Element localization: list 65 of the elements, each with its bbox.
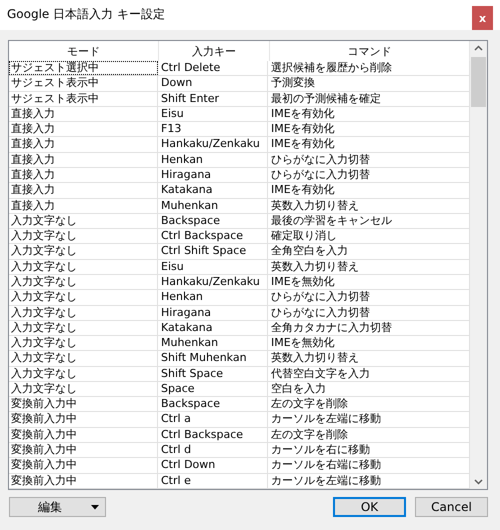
table-cell: Ctrl d [158,443,268,458]
table-cell: Backspace [158,214,268,228]
table-cell: Ctrl a [158,412,268,427]
scrollbar-thumb[interactable] [471,57,486,107]
table-cell: Henkan [158,152,268,167]
table-cell: Hiragana [158,306,268,320]
caret-icon [91,504,99,510]
table-cell: Eisu [158,106,268,122]
table-cell: Ctrl e [158,474,268,488]
table-cell: 変換前入力中 [9,474,158,488]
table-cell: Hankaku/Zenkaku [158,137,268,152]
table-cell: 変換前入力中 [9,443,158,458]
table-cell: 入力文字なし [9,382,158,396]
table-cell: 直接入力 [9,183,158,198]
table-cell: 入力文字なし [9,306,158,320]
table-cell: Ctrl Down [158,458,268,473]
edit-dropdown-button[interactable]: 編集 [9,497,106,517]
table-cell: Space [158,382,268,396]
table-cell: Shift Space [158,366,268,381]
table-cell: サジェスト表示中 [9,92,158,106]
table-cell: 入力文字なし [9,366,158,381]
table-cell: Ctrl Backspace [158,428,268,442]
table-cell: Shift Enter [158,92,268,106]
table-cell: 直接入力 [9,137,158,152]
table-cell: 入力文字なし [9,320,158,336]
table-cell: F13 [158,122,268,136]
table-cell: 変換前入力中 [9,458,158,473]
table-cell: Down [158,76,268,91]
table-cell: Shift Muhenkan [158,351,268,366]
table-cell: 入力文字なし [9,214,158,228]
column-header[interactable]: 入力キー [159,41,270,61]
table-cell: サジェスト表示中 [9,76,158,91]
table-cell: Ctrl Shift Space [158,244,268,259]
table-cell: 入力文字なし [9,336,158,350]
table-cell: 入力文字なし [9,290,158,304]
table-cell: Muhenkan [158,198,268,213]
table-cell: Eisu [158,260,268,274]
table-cell: Hiragana [158,168,268,182]
table-cell: 変換前入力中 [9,428,158,442]
table-cell: 入力文字なし [9,244,158,259]
table-cell: 変換前入力中 [9,412,158,427]
table-cell: Henkan [158,290,268,304]
table-cell: 入力文字なし [9,274,158,290]
table-cell: 入力文字なし [9,351,158,366]
table-cell: 直接入力 [9,106,158,122]
dialog-button[interactable]: Cancel [415,497,488,517]
table-cell: サジェスト選択中 [9,61,158,76]
table-cell: Katakana [158,320,268,336]
window-title: Google 日本語入力 キー設定 [7,6,165,23]
table-cell: 入力文字なし [9,229,158,244]
table-cell: Backspace [158,397,268,412]
table-cell: 直接入力 [9,122,158,136]
table-cell: Ctrl Backspace [158,229,268,244]
table-cell: Hankaku/Zenkaku [158,274,268,290]
close-button[interactable]: x [472,6,493,30]
table-cell: 直接入力 [9,152,158,167]
table-cell: 直接入力 [9,168,158,182]
table-cell: 直接入力 [9,198,158,213]
table-cell: 変換前入力中 [9,397,158,412]
column-header[interactable]: モード [9,41,159,61]
table-cell: 入力文字なし [9,260,158,274]
dialog-button[interactable]: OK [333,497,406,517]
table-cell: Muhenkan [158,336,268,350]
table-cell: Katakana [158,183,268,198]
table-cell: Ctrl Delete [158,61,268,76]
